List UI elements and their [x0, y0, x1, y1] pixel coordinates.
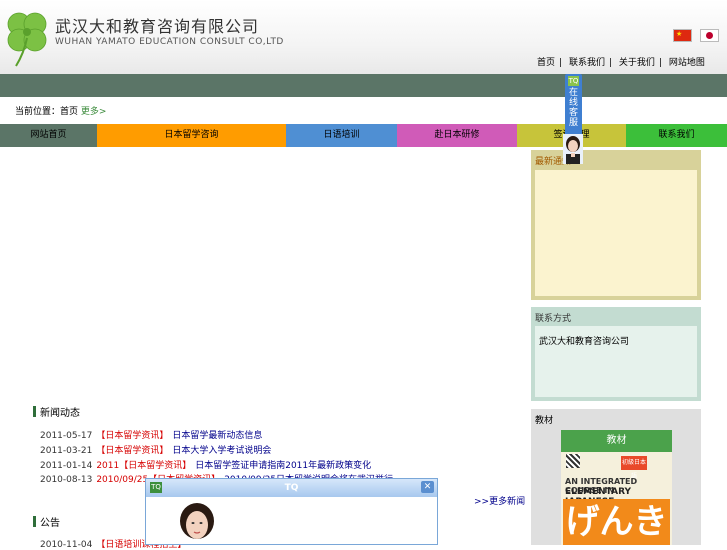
textbook-panel: 教材 教材 初級日本語 AN INTEGRATED COURSE IN ELEM…	[531, 409, 701, 545]
top-link-home[interactable]: 首页	[537, 58, 555, 68]
news-section-title: 新闻动态	[33, 404, 80, 419]
contact-panel-text: 武汉大和教育咨询公司	[539, 337, 630, 347]
nav-item-contact[interactable]: 联系我们	[626, 124, 727, 147]
top-links: 首页 | 联系我们 | 关于我们 | 网站地图	[537, 58, 705, 68]
company-name-en: WUHAN YAMATO EDUCATION CONSULT CO,LTD	[55, 37, 284, 47]
list-item[interactable]: 2011-03-21 【日本留学资讯】 日本大学入学考试说明会	[40, 443, 271, 456]
top-link-contact[interactable]: 联系我们	[569, 58, 605, 68]
news-date: 2011-03-21	[40, 446, 93, 456]
breadcrumb-text: 当前位置：首页	[15, 107, 81, 117]
news-category[interactable]: 【日本留学资讯】	[96, 431, 168, 441]
news-link[interactable]: 日本留学签证申请指南2011年最新政策变化	[195, 461, 371, 471]
textbook-header[interactable]: 教材	[561, 430, 672, 452]
notice-section-title: 公告	[33, 514, 60, 529]
contact-panel-body: 武汉大和教育咨询公司	[535, 326, 697, 397]
book-badge: 初級日本語	[621, 456, 647, 480]
notice-panel: 最新通知	[531, 150, 701, 300]
tq-agent-photo	[172, 499, 222, 544]
nav-item-training[interactable]: 日语培训	[286, 124, 397, 147]
top-link-sitemap[interactable]: 网站地图	[669, 58, 705, 68]
breadcrumb: 当前位置：首页 更多>	[15, 104, 106, 117]
online-service-label: 在线客服	[568, 88, 578, 128]
contact-panel: 联系方式 武汉大和教育咨询公司	[531, 307, 701, 401]
top-link-about[interactable]: 关于我们	[619, 58, 655, 68]
tq-logo-icon: TQ	[568, 76, 579, 86]
company-name-cn: 武汉大和教育咨询有限公司	[55, 17, 260, 36]
list-item[interactable]: 2011-05-17 【日本留学资讯】 日本留学最新动态信息	[40, 428, 262, 441]
textbook-panel-title: 教材	[535, 416, 554, 426]
close-icon[interactable]: ✕	[421, 481, 434, 493]
clover-logo-icon	[7, 12, 47, 67]
news-date: 2010-08-13	[40, 475, 93, 485]
contact-panel-title: 联系方式	[535, 314, 572, 324]
breadcrumb-more-link[interactable]: 更多>	[81, 107, 107, 117]
main-nav: 网站首页 日本留学咨询 日语培训 赴日本研修 签证办理 联系我们	[0, 124, 727, 147]
news-category[interactable]: 【日本留学资讯】	[96, 446, 168, 456]
header-band	[0, 74, 727, 97]
textbook-cover-image[interactable]: 初級日本語 AN INTEGRATED COURSE IN ELEMENTARY…	[561, 452, 672, 545]
news-category[interactable]: 2011【日本留学资讯】	[96, 461, 191, 471]
nav-item-home[interactable]: 网站首页	[0, 124, 97, 147]
news-more-link[interactable]: >>更多新闻	[474, 494, 525, 507]
tq-chat-popup[interactable]: TQ TQ ✕	[145, 478, 438, 545]
news-link[interactable]: 日本大学入学考试说明会	[172, 446, 271, 456]
news-date: 2010-11-04	[40, 540, 93, 550]
section-marker	[33, 406, 36, 417]
news-date: 2011-01-14	[40, 461, 93, 471]
nav-item-internship[interactable]: 赴日本研修	[397, 124, 517, 147]
china-flag-icon[interactable]: ★	[673, 29, 692, 42]
list-item[interactable]: 2011-01-14 2011【日本留学资讯】 日本留学签证申请指南2011年最新政…	[40, 458, 371, 471]
japan-flag-icon[interactable]	[700, 29, 719, 42]
notice-title-text: 公告	[40, 518, 60, 529]
book-logo: げんき	[563, 499, 670, 545]
notice-panel-body	[535, 170, 697, 296]
book-pattern	[566, 454, 580, 468]
news-date: 2011-05-17	[40, 431, 93, 441]
section-marker	[33, 516, 36, 527]
tq-title: TQ	[284, 483, 299, 493]
news-link[interactable]: 日本留学最新动态信息	[172, 431, 262, 441]
tq-logo-icon: TQ	[150, 482, 162, 493]
service-agent-avatar[interactable]	[563, 134, 583, 164]
nav-item-study[interactable]: 日本留学咨询	[97, 124, 286, 147]
news-title-text: 新闻动态	[40, 408, 80, 419]
